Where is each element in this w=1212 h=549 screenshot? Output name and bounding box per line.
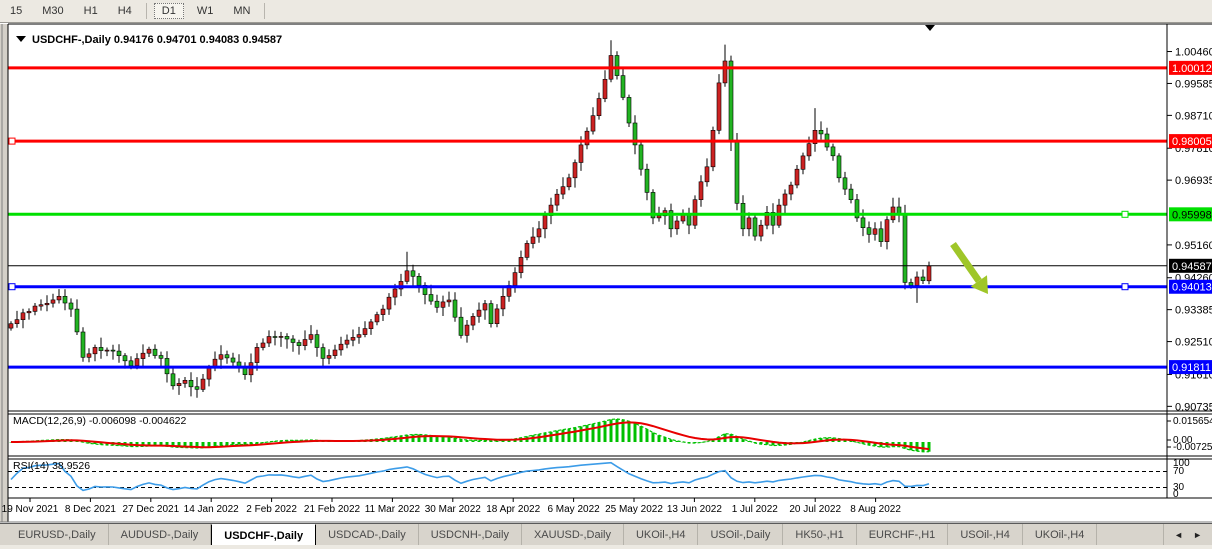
- rsi-label: RSI(14) 38.9526: [13, 460, 90, 472]
- hline-handle-right-0.95998[interactable]: [1122, 211, 1128, 217]
- chart-tab-usdcad-daily[interactable]: USDCAD-,Daily: [316, 524, 419, 546]
- price-badge-0.94587: 0.94587: [1172, 261, 1212, 273]
- mt4-chart-window: 15M30H1H4D1W1MN 1.004600.995850.987100.9…: [0, 0, 1212, 549]
- x-axis-label: 27 Dec 2021: [122, 504, 179, 515]
- price-badge-1.00012: 1.00012: [1172, 63, 1212, 75]
- hline-handle-left-0.94013[interactable]: [9, 284, 15, 290]
- price-badge-0.95998: 0.95998: [1172, 209, 1212, 221]
- statusbar-strip: [0, 545, 1212, 549]
- chart-tab-usoil-daily[interactable]: USOil-,Daily: [698, 524, 783, 546]
- macd-axis-label: -0.007259: [1173, 442, 1212, 453]
- x-axis-label: 1 Jul 2022: [732, 504, 779, 515]
- hline-handle-right-0.94013[interactable]: [1122, 284, 1128, 290]
- chart-tab-ukoil-h4[interactable]: UKOil-,H4: [1023, 524, 1098, 546]
- x-axis-label: 8 Aug 2022: [850, 504, 901, 515]
- chart-tab-audusd-daily[interactable]: AUDUSD-,Daily: [109, 524, 212, 546]
- price-badge-0.91811: 0.91811: [1172, 362, 1211, 374]
- x-axis-label: 19 Nov 2021: [2, 504, 59, 515]
- price-badge-0.94013: 0.94013: [1172, 282, 1212, 294]
- y-axis-label: 0.93385: [1175, 305, 1212, 317]
- x-axis-label: 20 Jul 2022: [789, 504, 841, 515]
- x-axis-label: 8 Dec 2021: [65, 504, 117, 515]
- macd-label: MACD(12,26,9) -0.006098 -0.004622: [13, 415, 187, 427]
- y-axis-label: 1.00460: [1175, 47, 1212, 59]
- chart-tab-xauusd-daily[interactable]: XAUUSD-,Daily: [522, 524, 624, 546]
- y-axis-label: 0.95160: [1175, 240, 1212, 252]
- x-axis-label: 14 Jan 2022: [184, 504, 239, 515]
- y-axis-label: 0.99585: [1175, 78, 1212, 90]
- tab-scroll-left-icon[interactable]: ◄: [1174, 530, 1183, 540]
- x-axis-label: 6 May 2022: [547, 504, 600, 515]
- chart-tab-ukoil-h4[interactable]: UKOil-,H4: [624, 524, 699, 546]
- chart-tab-usdcnh-daily[interactable]: USDCNH-,Daily: [419, 524, 522, 546]
- window-left-frame: [0, 24, 8, 522]
- rsi-axis-label: 0: [1173, 489, 1179, 500]
- x-axis-label: 2 Feb 2022: [246, 504, 297, 515]
- x-axis-label: 13 Jun 2022: [667, 504, 722, 515]
- chart-title-ohlc: USDCHF-,Daily 0.94176 0.94701 0.94083 0.…: [32, 34, 282, 46]
- x-axis-label: 11 Mar 2022: [365, 504, 421, 515]
- tab-scroll-right-icon[interactable]: ►: [1193, 530, 1202, 540]
- price-badge-0.98005: 0.98005: [1172, 136, 1212, 148]
- macd-axis-label: 0.015654: [1173, 416, 1212, 427]
- chart-tab-eurchf-h1[interactable]: EURCHF-,H1: [857, 524, 949, 546]
- rsi-axis-label: 70: [1173, 466, 1185, 477]
- x-axis-label: 30 Mar 2022: [425, 504, 482, 515]
- x-axis-label: 18 Apr 2022: [486, 504, 540, 515]
- chart-canvas[interactable]: 1.004600.995850.987100.978100.969350.951…: [0, 0, 1212, 549]
- chart-tab-eurusd-daily[interactable]: EURUSD-,Daily: [6, 524, 109, 546]
- chart-tab-usoil-h4[interactable]: USOil-,H4: [948, 524, 1023, 546]
- y-axis-label: 0.92510: [1175, 337, 1212, 349]
- chart-tab-bar: EURUSD-,DailyAUDUSD-,DailyUSDCHF-,DailyU…: [0, 523, 1212, 546]
- chart-tab-hk50-h1[interactable]: HK50-,H1: [783, 524, 856, 546]
- tab-scroll-buttons: ◄►: [1163, 524, 1212, 546]
- hline-handle-left-0.98005[interactable]: [9, 138, 15, 144]
- y-axis-label: 0.90735: [1175, 401, 1212, 413]
- chart-tab-usdchf-daily[interactable]: USDCHF-,Daily: [211, 524, 316, 546]
- x-axis-label: 21 Feb 2022: [304, 504, 361, 515]
- y-axis-label: 0.96935: [1175, 175, 1212, 187]
- y-axis-label: 0.98710: [1175, 110, 1212, 122]
- x-axis-label: 25 May 2022: [605, 504, 663, 515]
